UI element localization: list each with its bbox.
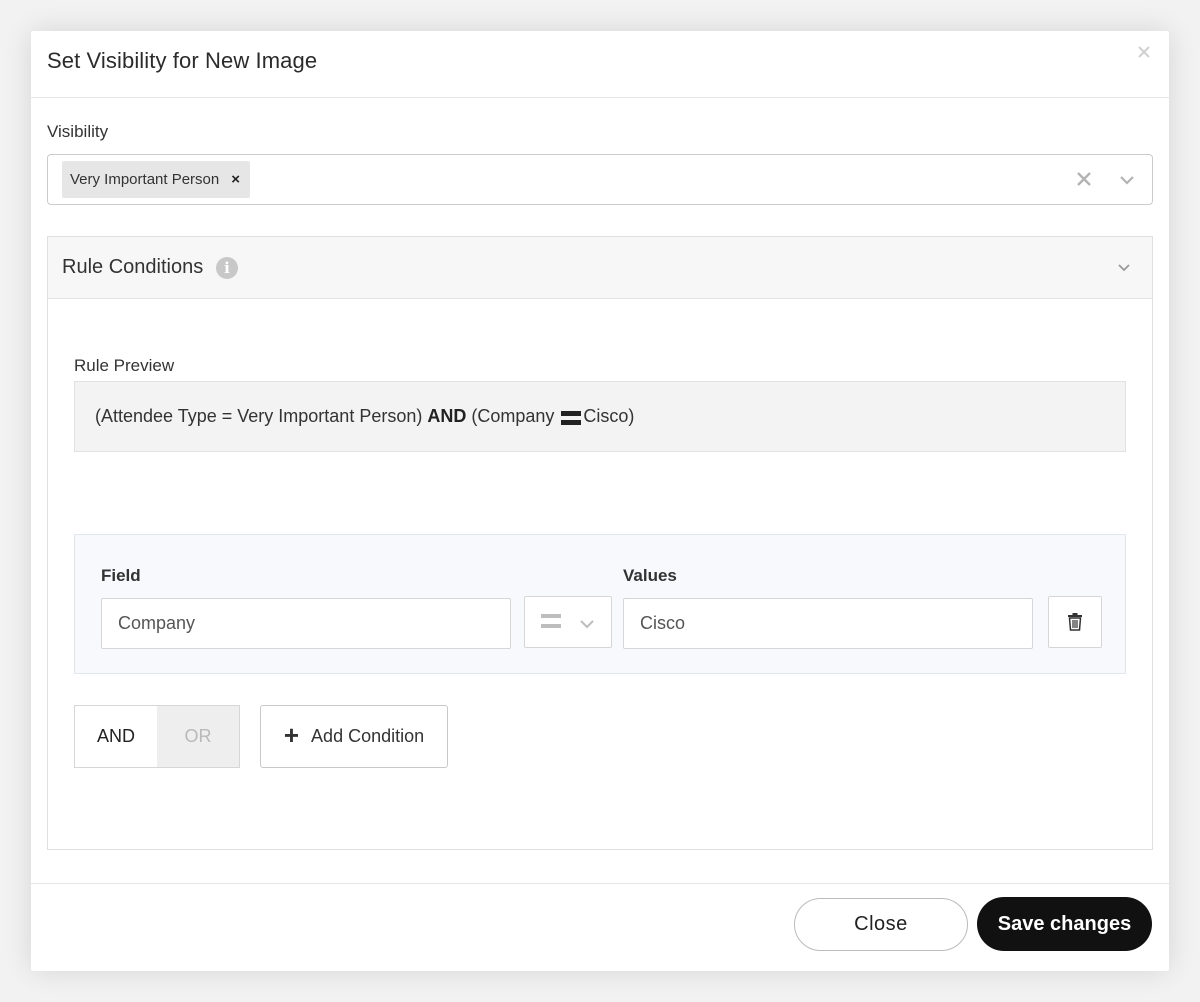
values-label: Values (623, 566, 677, 585)
logic-toggle: AND OR (74, 705, 240, 768)
visibility-select[interactable]: Very Important Person × (47, 154, 1153, 205)
save-changes-button[interactable]: Save changes (977, 897, 1152, 951)
preview-part2-prefix: (Company (466, 406, 560, 426)
equals-icon (561, 410, 582, 425)
operator-select[interactable] (524, 596, 612, 648)
rule-conditions-title: Rule Conditions (62, 256, 204, 278)
values-input[interactable] (623, 598, 1033, 649)
chip-label: Very Important Person (70, 171, 220, 188)
plus-icon: + (283, 720, 300, 750)
add-condition-label: Add Condition (311, 726, 425, 746)
equals-icon (541, 614, 561, 630)
delete-condition-button[interactable] (1048, 596, 1102, 648)
rule-conditions-header[interactable]: Rule Conditions i (48, 237, 1152, 299)
rule-preview-label: Rule Preview (74, 356, 175, 375)
modal-title: Set Visibility for New Image (47, 48, 318, 73)
visibility-modal: Set Visibility for New Image Visibility … (31, 31, 1169, 971)
field-label: Field (101, 566, 141, 585)
rule-preview: (Attendee Type = Very Important Person) … (74, 381, 1126, 452)
chip-remove-icon[interactable]: × (231, 172, 240, 187)
preview-part2-suffix: Cisco) (583, 406, 635, 426)
rule-conditions-panel: Rule Conditions i Rule Preview (Attendee… (47, 236, 1153, 850)
visibility-chip: Very Important Person × (62, 161, 251, 198)
or-button[interactable]: OR (157, 706, 239, 767)
preview-operator: AND (427, 406, 467, 426)
add-condition-button[interactable]: + Add Condition (260, 705, 448, 768)
trash-icon (1068, 613, 1082, 631)
info-icon[interactable]: i (216, 257, 238, 279)
close-button[interactable]: Close (794, 898, 968, 951)
footer-divider (31, 883, 1169, 884)
chevron-down-icon (579, 617, 595, 635)
and-button[interactable]: AND (75, 706, 157, 767)
clear-selection-icon[interactable] (1076, 171, 1092, 192)
preview-part1: (Attendee Type = Very Important Person) (95, 406, 428, 426)
collapse-chevron-icon[interactable] (1116, 261, 1132, 280)
field-input[interactable] (101, 598, 511, 649)
close-icon[interactable] (1137, 45, 1153, 61)
modal-header: Set Visibility for New Image (31, 31, 1169, 98)
chevron-down-icon[interactable] (1118, 171, 1136, 194)
condition-row: Field Values (74, 534, 1126, 674)
visibility-label: Visibility (47, 122, 109, 141)
